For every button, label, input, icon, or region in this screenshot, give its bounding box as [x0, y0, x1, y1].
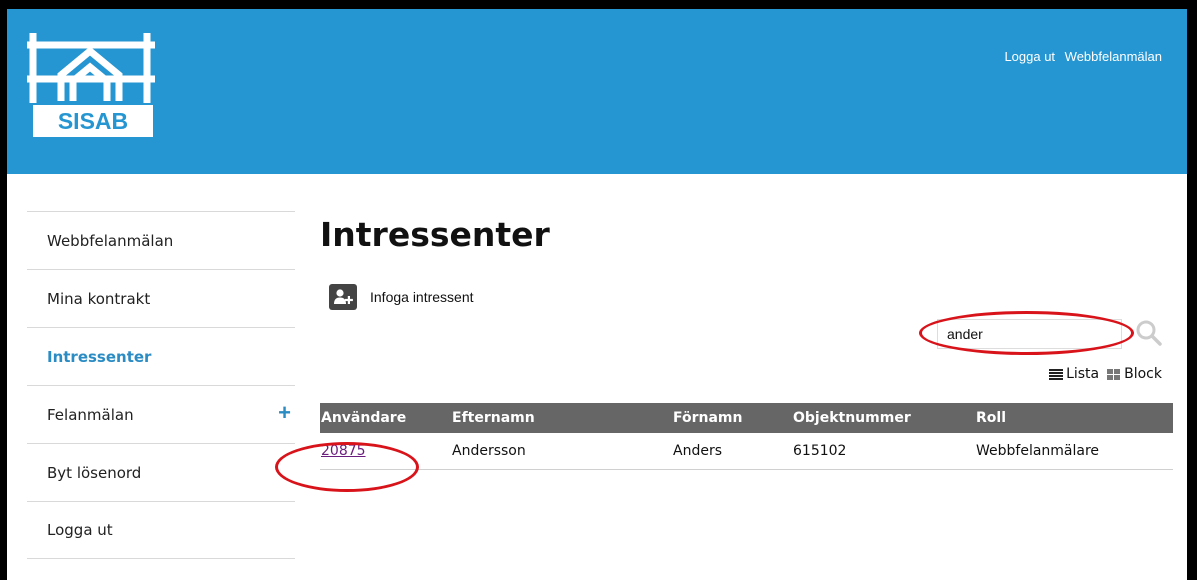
column-header-efternamn[interactable]: Efternamn — [452, 403, 535, 433]
plus-icon[interactable]: + — [278, 400, 291, 426]
add-user-icon — [329, 284, 357, 310]
sidebar-item-label: Byt lösenord — [47, 463, 142, 482]
column-header-anvandare[interactable]: Användare — [321, 403, 406, 433]
column-header-roll[interactable]: Roll — [976, 403, 1006, 433]
block-view-label: Block — [1124, 366, 1162, 382]
search-icon[interactable] — [1136, 320, 1162, 346]
table-cell-objektnummer: 615102 — [793, 443, 847, 459]
table-header: Användare Efternamn Förnamn Objektnummer… — [320, 403, 1173, 433]
table-cell-efternamn: Andersson — [452, 443, 526, 459]
svg-text:SISAB: SISAB — [58, 108, 128, 134]
site-header: SISAB Logga ut Webbfelanmälan — [7, 9, 1187, 174]
table-cell-fornamn: Anders — [673, 443, 722, 459]
table-cell-anvandare: 20875 — [321, 433, 366, 469]
view-toggle: Lista Block — [1041, 366, 1162, 382]
table-cell-roll: Webbfelanmälare — [976, 443, 1100, 459]
sidebar-item-label: Logga ut — [47, 521, 113, 539]
column-header-fornamn[interactable]: Förnamn — [673, 403, 743, 433]
sidebar-item-label: Webbfelanmälan — [47, 231, 174, 250]
user-id-link[interactable]: 20875 — [321, 443, 366, 459]
logout-link[interactable]: Logga ut — [1004, 49, 1055, 64]
list-view-button[interactable]: Lista — [1049, 366, 1099, 382]
sidebar-item-intressenter[interactable]: Intressenter — [27, 327, 295, 385]
top-links: Logga ut Webbfelanmälan — [998, 49, 1162, 64]
add-intressent-label: Infoga intressent — [370, 289, 474, 305]
page-title: Intressenter — [320, 215, 550, 254]
sidebar-item-webbfelanmalan[interactable]: Webbfelanmälan — [27, 211, 295, 269]
search-input[interactable] — [937, 319, 1122, 349]
column-header-objektnummer[interactable]: Objektnummer — [793, 403, 911, 433]
add-intressent-button[interactable]: Infoga intressent — [329, 284, 474, 310]
sisab-logo[interactable]: SISAB — [25, 29, 161, 139]
list-view-icon — [1049, 368, 1064, 380]
sidebar-item-logga-ut[interactable]: Logga ut — [27, 501, 295, 559]
sidebar-item-label: Mina kontrakt — [47, 289, 151, 308]
block-view-button[interactable]: Block — [1107, 366, 1162, 382]
sidebar-item-label: Felanmälan — [47, 405, 134, 424]
sidebar-nav: Webbfelanmälan Mina kontrakt Intressente… — [27, 211, 295, 559]
intressenter-table: Användare Efternamn Förnamn Objektnummer… — [320, 403, 1173, 470]
block-view-icon — [1107, 368, 1121, 380]
browser-content: SISAB Logga ut Webbfelanmälan Webbfelanm… — [7, 9, 1187, 580]
table-row: 20875 Andersson Anders 615102 Webbfelanm… — [320, 433, 1173, 470]
sidebar-item-mina-kontrakt[interactable]: Mina kontrakt — [27, 269, 295, 327]
webbfelanmalan-link[interactable]: Webbfelanmälan — [1065, 49, 1162, 64]
sidebar-item-felanmalan[interactable]: Felanmälan + — [27, 385, 295, 443]
list-view-label: Lista — [1066, 366, 1100, 382]
sidebar-item-byt-losenord[interactable]: Byt lösenord — [27, 443, 295, 501]
sidebar-item-label: Intressenter — [47, 347, 152, 366]
